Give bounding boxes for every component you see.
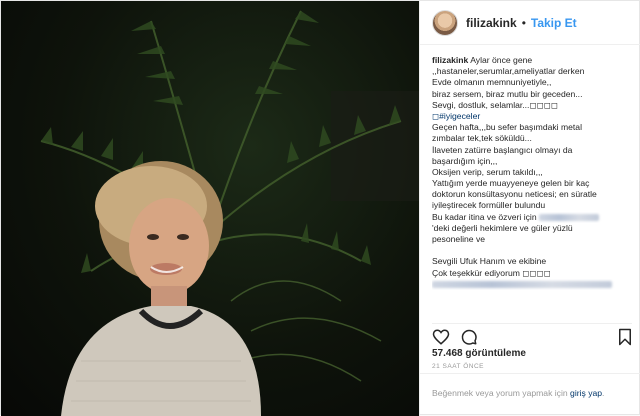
caption-line — [432, 245, 637, 256]
caption-line: doktorun konsültasyonu neticesi; en süra… — [432, 189, 597, 200]
caption-line: Geçen hafta,,,bu sefer başımdaki metal — [432, 122, 582, 133]
post-header: filizakink • Takip Et — [420, 1, 640, 45]
follow-button[interactable]: Takip Et — [531, 16, 577, 30]
action-bar — [432, 323, 634, 346]
caption-line: Oksijen verip, serum takıldı,,, — [432, 166, 543, 177]
caption-line: zımbalar tek,tek söküldü... — [432, 133, 532, 144]
post-sidebar: filizakink • Takip Et filizakink Aylar ö… — [419, 1, 640, 416]
login-prompt: Beğenmek veya yorum yapmak için giriş ya… — [420, 373, 640, 416]
caption-username[interactable]: filizakink — [432, 55, 468, 65]
heart-icon[interactable] — [432, 328, 450, 346]
caption-line: 'deki değerli hekimlere ve güler yüzlü — [432, 222, 573, 233]
bookmark-icon[interactable] — [616, 328, 634, 346]
header-separator: • — [521, 15, 526, 30]
caption-line: Çok teşekkür ediyorum ◻◻◻◻ — [432, 267, 551, 278]
blurred-mention — [432, 280, 612, 288]
login-prompt-text: Beğenmek veya yorum yapmak için — [432, 388, 568, 398]
view-count[interactable]: 57.468 görüntüleme — [432, 348, 526, 359]
caption-line: Bu kadar itina ve özveri için — [432, 211, 537, 222]
caption: filizakink Aylar önce gene ,,hastaneler,… — [432, 55, 637, 290]
caption-line: biraz sersem, biraz mutlu bir geceden... — [432, 88, 583, 99]
instagram-post: filizakink • Takip Et filizakink Aylar ö… — [0, 0, 640, 416]
photo-illustration — [40, 10, 419, 416]
timestamp[interactable]: 21 SAAT ÖNCE — [432, 363, 484, 370]
comment-icon[interactable] — [460, 328, 478, 346]
caption-line: pesoneline ve — [432, 234, 486, 244]
avatar[interactable] — [432, 9, 458, 36]
caption-line: Evde olmanın memnuniyetiyle,, — [432, 77, 552, 88]
blurred-mention — [539, 213, 599, 221]
caption-line: başardığım için,,, — [432, 155, 498, 166]
caption-line: Aylar önce gene — [470, 55, 533, 65]
header-username[interactable]: filizakink — [466, 16, 517, 30]
post-photo[interactable] — [1, 1, 419, 416]
hashtag-link[interactable]: ◻#iyigeceler — [432, 111, 480, 121]
caption-line: iyileştirecek formüller bulundu — [432, 200, 546, 211]
caption-line: Yattığım yerde muayyeneye gelen bir kaç — [432, 178, 590, 189]
caption-line: İlaveten zatürre başlangıcı olmayı da — [432, 144, 573, 155]
login-link[interactable]: giriş yap — [570, 388, 602, 398]
caption-line: Sevgi, dostluk, selamlar...◻◻◻◻ — [432, 99, 558, 110]
caption-line: Sevgili Ufuk Hanım ve ekibine — [432, 256, 547, 267]
caption-line: ,,hastaneler,serumlar,ameliyatlar derken — [432, 66, 585, 77]
login-prompt-suffix: . — [602, 388, 605, 398]
